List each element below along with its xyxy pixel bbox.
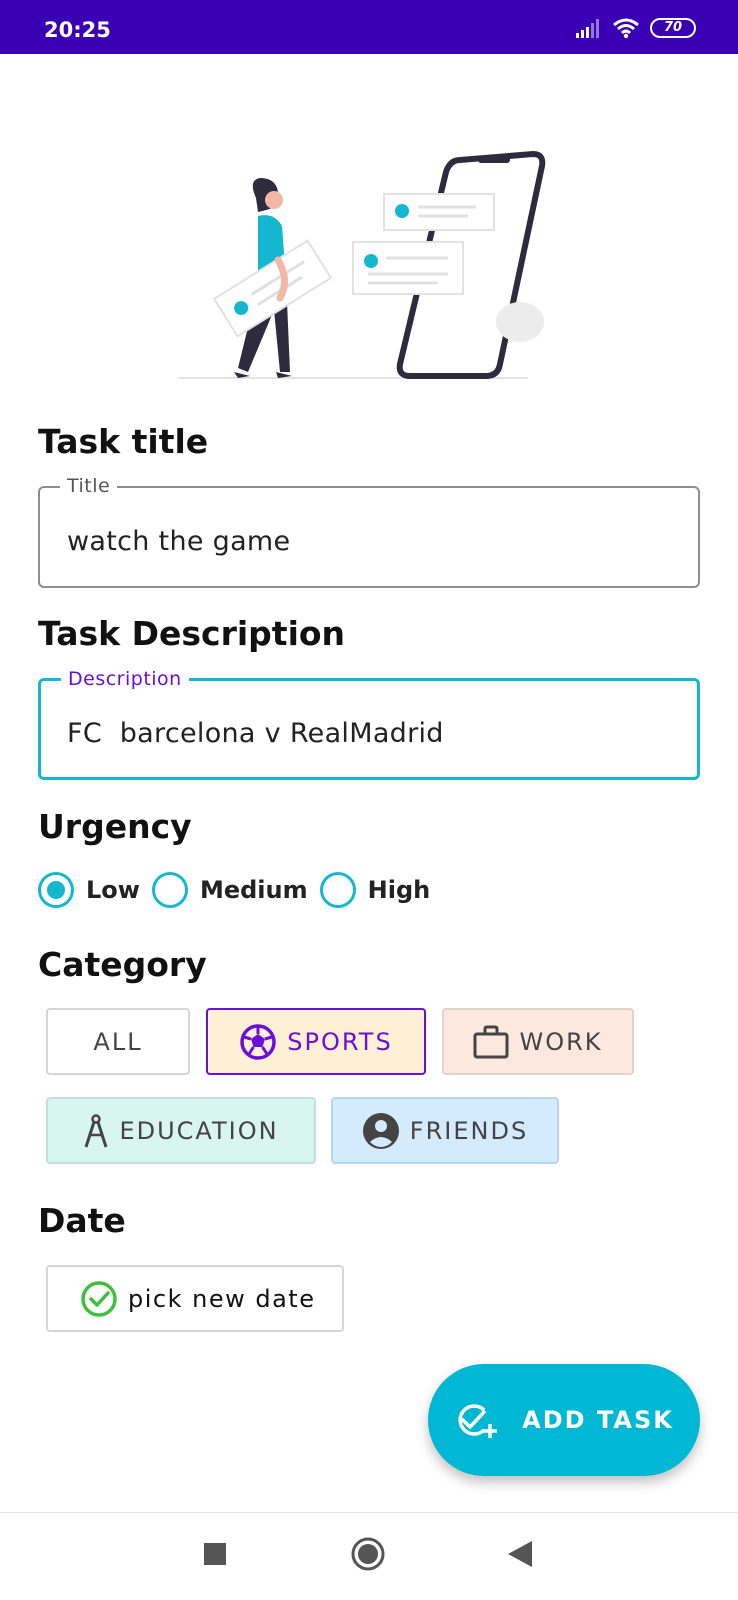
task-illustration xyxy=(178,150,546,379)
battery-indicator: 70 xyxy=(650,18,696,38)
urgency-high-radio[interactable] xyxy=(319,872,356,908)
add-task-label: ADD TASK xyxy=(522,1406,674,1434)
category-chip-education[interactable]: EDUCATION xyxy=(46,1097,316,1164)
category-chip-sports-label: SPORTS xyxy=(287,1027,393,1056)
wifi-icon xyxy=(613,18,639,39)
category-heading: Category xyxy=(38,945,207,984)
briefcase-icon xyxy=(473,1025,509,1059)
category-chip-education-label: EDUCATION xyxy=(119,1116,279,1145)
description-field-value[interactable]: FC barcelona v RealMadrid xyxy=(67,718,444,749)
urgency-low-label[interactable]: Low xyxy=(86,876,140,904)
account-icon xyxy=(362,1112,400,1150)
soccer-ball-icon xyxy=(239,1023,277,1061)
signal-icon xyxy=(576,19,599,38)
system-nav-bar xyxy=(0,1512,738,1600)
description-field[interactable]: Description FC barcelona v RealMadrid xyxy=(38,668,700,780)
pick-date-button[interactable]: pick new date xyxy=(46,1265,344,1332)
urgency-medium-radio[interactable] xyxy=(151,872,188,908)
add-task-button[interactable]: ADD TASK xyxy=(428,1364,700,1476)
pick-date-label: pick new date xyxy=(128,1284,316,1313)
back-triangle-icon[interactable] xyxy=(508,1541,532,1567)
task-description-heading: Task Description xyxy=(38,614,346,653)
title-field[interactable]: Title watch the game xyxy=(38,475,700,588)
status-bar: 20:25 70 xyxy=(0,0,738,54)
urgency-heading: Urgency xyxy=(38,807,192,846)
title-field-legend: Title xyxy=(60,475,118,497)
urgency-low-radio[interactable] xyxy=(38,872,74,908)
category-chip-all-label: ALL xyxy=(93,1027,143,1056)
category-chip-friends[interactable]: FRIENDS xyxy=(331,1097,559,1164)
description-field-legend: Description xyxy=(61,668,189,690)
category-chip-sports[interactable]: SPORTS xyxy=(206,1008,426,1075)
status-icons: 70 xyxy=(576,16,696,40)
category-chip-work[interactable]: WORK xyxy=(442,1008,634,1075)
date-heading: Date xyxy=(38,1201,126,1240)
category-chip-work-label: WORK xyxy=(519,1027,603,1056)
task-add-icon xyxy=(454,1400,498,1440)
check-circle-icon xyxy=(80,1280,118,1318)
compass-icon xyxy=(83,1113,109,1149)
task-title-heading: Task title xyxy=(38,422,209,461)
category-chip-all[interactable]: ALL xyxy=(46,1008,190,1075)
home-circle-icon[interactable] xyxy=(351,1537,385,1571)
status-time: 20:25 xyxy=(44,18,111,42)
urgency-radio-group: Low Medium High xyxy=(38,870,442,910)
urgency-high-label[interactable]: High xyxy=(368,876,431,904)
category-chip-friends-label: FRIENDS xyxy=(409,1116,529,1145)
title-field-value[interactable]: watch the game xyxy=(67,526,290,557)
urgency-medium-label[interactable]: Medium xyxy=(200,876,308,904)
recents-square-icon[interactable] xyxy=(204,1543,226,1565)
